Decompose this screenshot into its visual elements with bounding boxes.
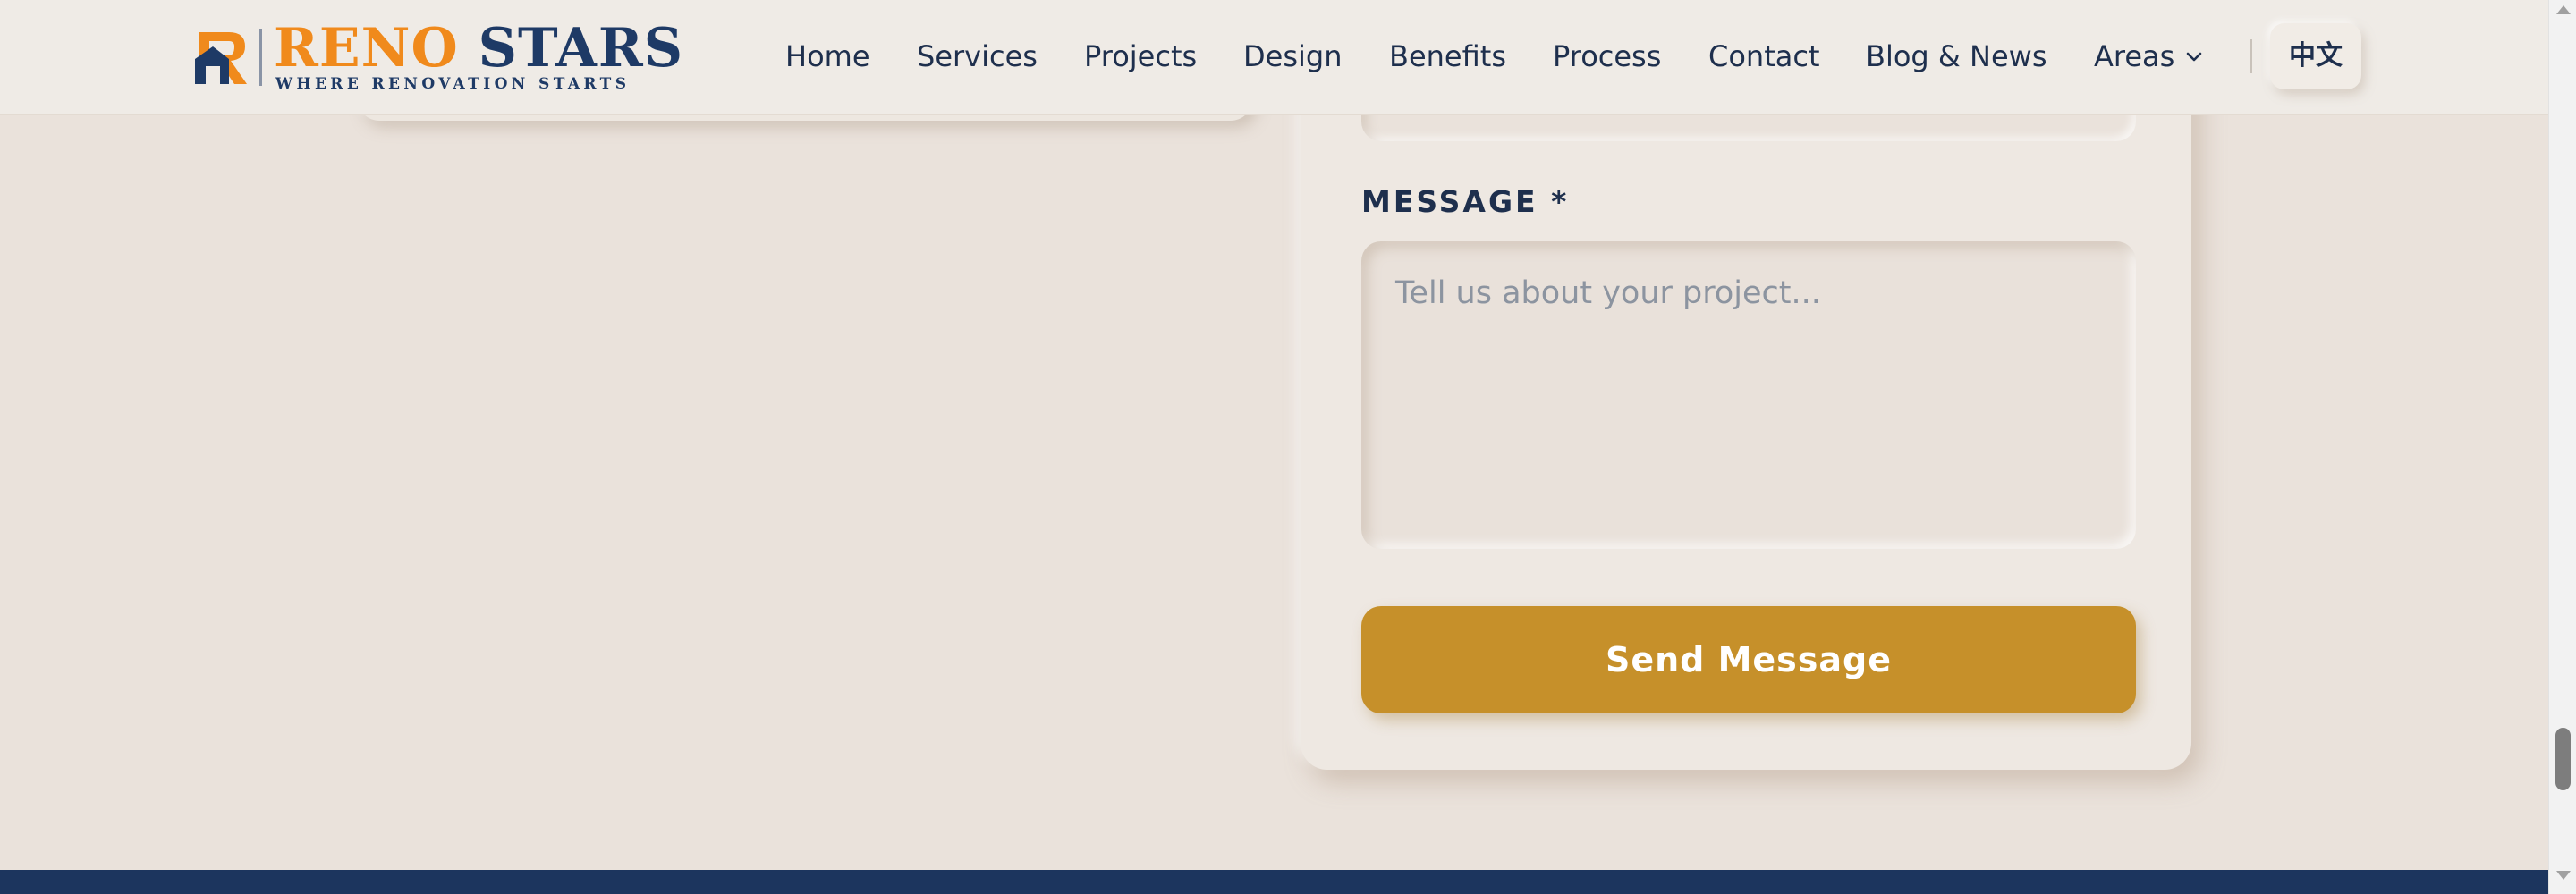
message-label: MESSAGE * xyxy=(1361,184,1570,219)
nav-blog-news[interactable]: Blog & News xyxy=(1866,36,2047,77)
scroll-down-arrow-icon[interactable] xyxy=(2556,871,2571,880)
nav-areas-dropdown[interactable]: Areas xyxy=(2094,36,2205,77)
nav-contact[interactable]: Contact xyxy=(1708,36,1820,77)
message-textarea[interactable] xyxy=(1361,241,2136,549)
vertical-scrollbar[interactable] xyxy=(2548,0,2576,894)
nav-areas-label: Areas xyxy=(2094,39,2175,73)
page: MESSAGE * Send Message RENO STARS WHERE … xyxy=(0,0,2576,894)
scroll-thumb[interactable] xyxy=(2555,728,2571,790)
nav-services[interactable]: Services xyxy=(917,36,1038,77)
nav-home[interactable]: Home xyxy=(785,36,870,77)
send-message-button[interactable]: Send Message xyxy=(1361,606,2136,713)
main-nav: Home Services Projects Design Benefits P… xyxy=(0,0,2548,115)
scroll-up-arrow-icon[interactable] xyxy=(2556,5,2571,14)
nav-benefits[interactable]: Benefits xyxy=(1389,36,1506,77)
nav-design[interactable]: Design xyxy=(1243,36,1342,77)
chevron-down-icon xyxy=(2187,52,2202,62)
footer xyxy=(0,870,2548,894)
contact-form-card: MESSAGE * Send Message xyxy=(1301,0,2191,770)
nav-divider xyxy=(2250,39,2252,73)
nav-projects[interactable]: Projects xyxy=(1084,36,1197,77)
language-toggle-button[interactable]: 中文 xyxy=(2270,23,2361,89)
nav-process[interactable]: Process xyxy=(1553,36,1661,77)
site-header: RENO STARS WHERE RENOVATION STARTS Home … xyxy=(0,0,2548,115)
